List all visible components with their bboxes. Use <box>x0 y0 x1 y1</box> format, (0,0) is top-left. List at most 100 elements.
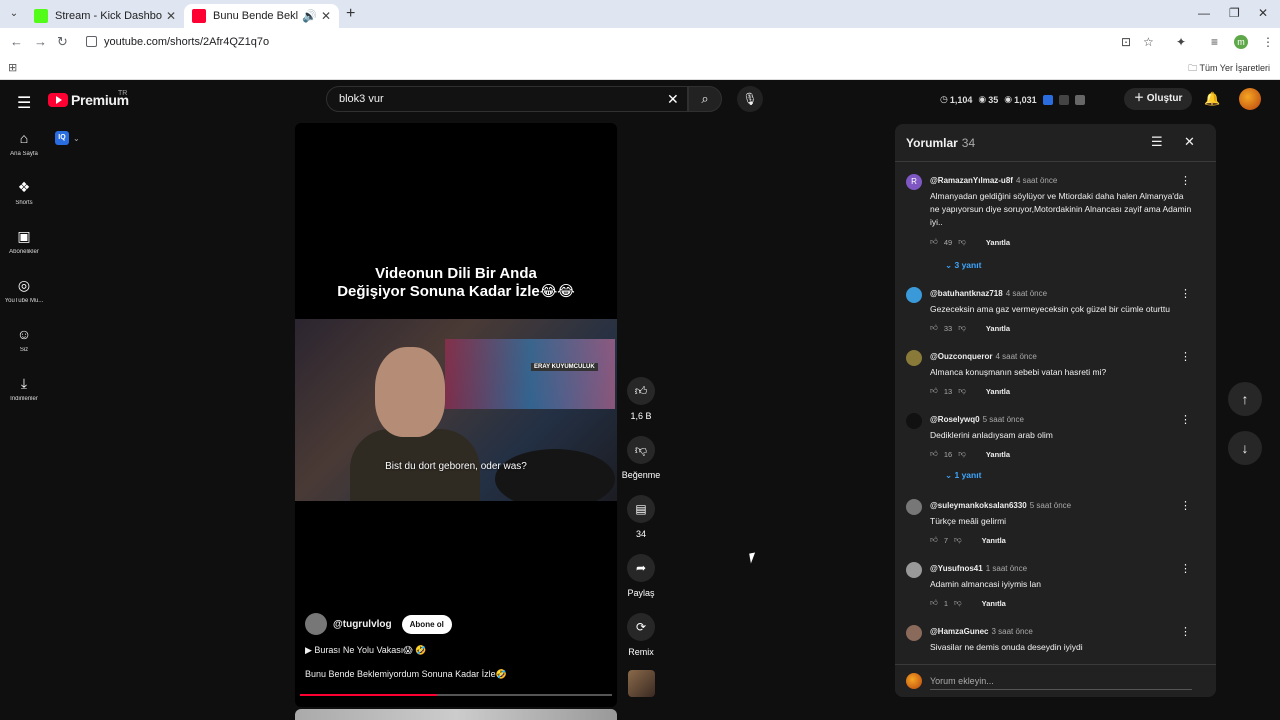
restore-icon[interactable]: ❐ <box>1229 6 1240 20</box>
more-options-icon[interactable]: ⋮ <box>1180 413 1191 426</box>
previous-video-button[interactable]: ↑ <box>1228 382 1262 416</box>
menu-icon[interactable]: ☰ <box>17 93 31 113</box>
forward-icon[interactable]: → <box>34 34 47 49</box>
sidebar-item-shorts[interactable]: ❖ Shorts <box>0 177 48 226</box>
next-video-button[interactable]: ↓ <box>1228 431 1262 465</box>
reply-button[interactable]: Yanıtla <box>982 599 1006 608</box>
more-options-icon[interactable]: ⋮ <box>1180 625 1191 638</box>
comment-avatar[interactable] <box>906 413 922 429</box>
more-options-icon[interactable]: ⋮ <box>1180 499 1191 512</box>
channel-avatar[interactable] <box>305 613 327 635</box>
thumbs-up-icon[interactable]: 👍︎ <box>930 598 938 608</box>
profile-avatar[interactable]: m <box>1234 35 1248 49</box>
new-tab-button[interactable]: + <box>346 5 355 23</box>
next-video-preview[interactable] <box>295 709 617 720</box>
media-control-icon[interactable]: ≡ <box>1211 35 1218 49</box>
comment-author[interactable]: @batuhantknaz718 4 saat önce <box>930 289 1047 298</box>
comment-author[interactable]: @Ouzconqueror 4 saat önce <box>930 352 1037 361</box>
comment-author[interactable]: @Yusufnos41 1 saat önce <box>930 564 1027 573</box>
shorts-video-player[interactable]: Videonun Dili Bir Anda Değişiyor Sonuna … <box>295 123 617 707</box>
thumbs-up-icon[interactable]: 👍︎ <box>930 535 938 545</box>
notifications-bell-icon[interactable]: 🔔 <box>1204 91 1220 107</box>
comment-author[interactable]: @HamzaGunec 3 saat önce <box>930 627 1033 636</box>
more-options-icon[interactable]: ⋮ <box>1180 174 1191 187</box>
thumbs-up-icon[interactable]: 👍︎ <box>930 323 938 333</box>
comment-avatar[interactable]: R <box>906 174 922 190</box>
comment-author[interactable]: @Roselywq0 5 saat önce <box>930 415 1024 424</box>
channel-name[interactable]: @tugrulvlog <box>333 619 392 630</box>
create-button[interactable]: ＋ Oluştur <box>1124 88 1193 110</box>
replies-toggle[interactable]: ⌄ 3 yanıt <box>945 260 981 271</box>
thumbs-down-icon[interactable]: 👎︎ <box>954 535 962 545</box>
tab-kick-dashboard[interactable]: Stream - Kick Dashboard ✕ <box>26 4 184 28</box>
comment-avatar[interactable] <box>906 562 922 578</box>
url-field[interactable]: youtube.com/shorts/2Afr4QZ1q7o <box>80 31 1170 53</box>
add-comment-input[interactable]: Yorum ekleyin... <box>930 676 994 686</box>
thumbs-down-icon[interactable]: 👎︎ <box>954 598 962 608</box>
more-options-icon[interactable]: ⋮ <box>1180 350 1191 363</box>
extension-icon[interactable] <box>1042 94 1053 105</box>
reply-button[interactable]: Yanıtla <box>986 238 1010 247</box>
thumbs-down-icon[interactable]: 👎︎ <box>958 323 966 333</box>
account-avatar[interactable] <box>1239 88 1261 110</box>
reply-button[interactable]: Yanıtla <box>986 324 1010 333</box>
reload-icon[interactable]: ↻ <box>57 34 68 50</box>
search-input[interactable]: blok3 vur <box>339 93 384 105</box>
search-box[interactable]: blok3 vur ✕ <box>326 86 688 112</box>
subscribe-button[interactable]: Abone ol <box>401 614 452 634</box>
comment-author[interactable]: @suleymankoksalan6330 5 saat önce <box>930 501 1071 510</box>
youtube-premium-logo[interactable]: Premium TR <box>48 90 129 108</box>
more-options-icon[interactable]: ⋮ <box>1180 287 1191 300</box>
remix-button[interactable]: ⟳ Remix <box>621 613 661 672</box>
more-options-icon[interactable]: ⋮ <box>1180 562 1191 575</box>
reply-button[interactable]: Yanıtla <box>986 450 1010 459</box>
browser-menu-icon[interactable]: ⋮ <box>1262 35 1274 49</box>
bookmark-star-icon[interactable]: ☆ <box>1143 35 1154 49</box>
apps-grid-icon[interactable]: ⊞ <box>8 61 17 74</box>
minimize-icon[interactable]: — <box>1198 6 1210 20</box>
tab-list-icon[interactable]: ⌄ <box>6 6 22 22</box>
extension-icon[interactable] <box>1074 94 1085 105</box>
close-tab-icon[interactable]: ✕ <box>166 9 176 23</box>
comment-avatar[interactable] <box>906 350 922 366</box>
thumbs-up-icon[interactable]: 👍︎ <box>930 237 938 247</box>
search-button[interactable]: ⌕ <box>688 86 722 112</box>
thumbs-up-icon[interactable]: 👍︎ <box>930 386 938 396</box>
thumbs-down-icon[interactable]: 👎︎ <box>958 386 966 396</box>
share-button[interactable]: ➦ Paylaş <box>621 554 661 613</box>
iq-extension-button[interactable]: IQ ⌄ <box>55 130 91 146</box>
sidebar-item-subscriptions[interactable]: ▣ Abonelikler <box>0 226 48 275</box>
audio-icon[interactable]: 🔊 <box>302 9 317 23</box>
extensions-icon[interactable]: ✦ <box>1176 35 1186 49</box>
close-tab-icon[interactable]: ✕ <box>321 9 331 23</box>
comment-author[interactable]: @RamazanYılmaz-u8f 4 saat önce <box>930 176 1057 185</box>
sort-icon[interactable]: ☰ <box>1151 134 1163 150</box>
add-comment-box[interactable]: Yorum ekleyin... <box>895 664 1216 697</box>
music-link[interactable]: ▶ Burası Ne Yolu Vakası😱 🤣 <box>305 645 426 656</box>
tab-youtube-short[interactable]: Bunu Bende Beklemiyordum 🔊 ✕ <box>184 4 339 28</box>
thumbs-up-icon[interactable]: 👍︎ <box>930 449 938 459</box>
comment-avatar[interactable] <box>906 499 922 515</box>
sidebar-item-music[interactable]: ◎ YouTube Mu... <box>0 275 48 324</box>
clear-search-icon[interactable]: ✕ <box>667 91 679 108</box>
sound-thumbnail[interactable] <box>628 670 655 697</box>
reply-button[interactable]: Yanıtla <box>986 387 1010 396</box>
voice-search-button[interactable]: 🎙 <box>737 86 763 112</box>
install-app-icon[interactable]: ⊡ <box>1121 35 1131 49</box>
extension-icon[interactable] <box>1058 94 1069 105</box>
like-button[interactable]: 👍︎ 1,6 B <box>621 377 661 436</box>
dislike-button[interactable]: 👎︎ Beğenme <box>621 436 661 495</box>
site-info-icon[interactable] <box>86 36 97 47</box>
progress-bar[interactable] <box>300 694 612 696</box>
comment-avatar[interactable] <box>906 625 922 641</box>
comment-avatar[interactable] <box>906 287 922 303</box>
video-description[interactable]: Bunu Bende Beklemiyordum Sonuna Kadar İz… <box>305 669 507 680</box>
sidebar-item-home[interactable]: ⌂ Ana Sayfa <box>0 128 48 177</box>
reply-button[interactable]: Yanıtla <box>982 536 1006 545</box>
thumbs-down-icon[interactable]: 👎︎ <box>958 237 966 247</box>
sidebar-item-you[interactable]: ☺ Siz <box>0 324 48 373</box>
comments-button[interactable]: ▤ 34 <box>621 495 661 554</box>
close-icon[interactable]: ✕ <box>1184 134 1195 150</box>
close-window-icon[interactable]: ✕ <box>1258 6 1268 20</box>
sidebar-item-downloads[interactable]: ⤓ İndirilenler <box>0 373 48 422</box>
